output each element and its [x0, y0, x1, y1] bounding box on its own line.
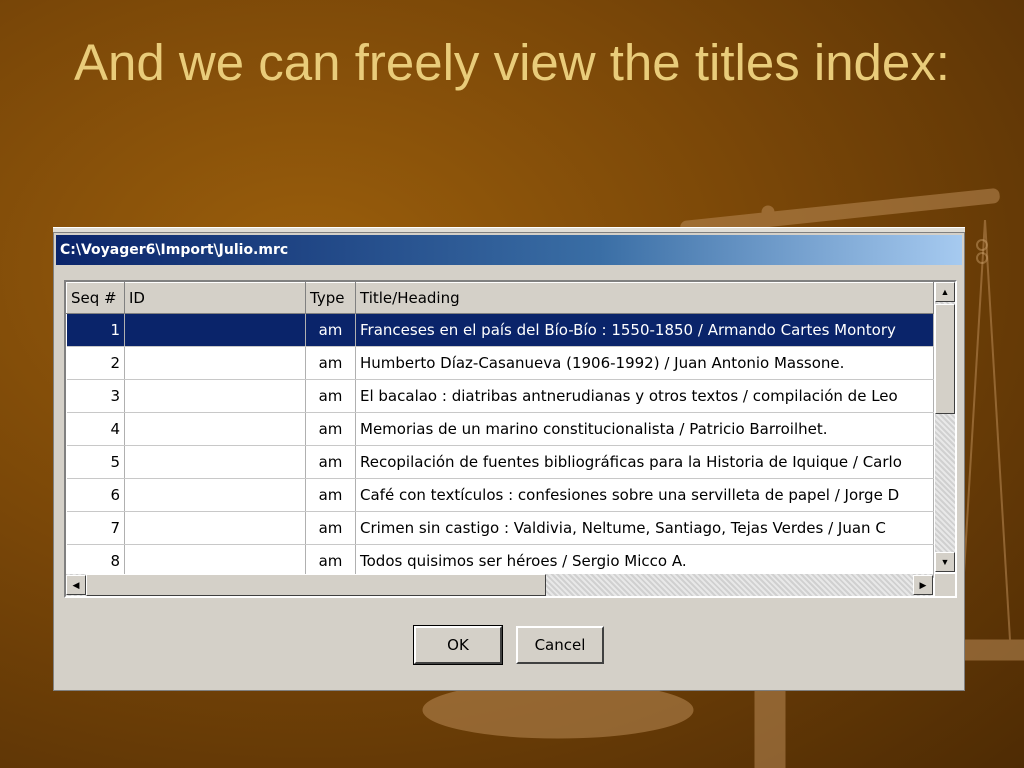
row-type-cell: am — [305, 346, 356, 380]
row-title-cell: Franceses en el país del Bío-Bío : 1550-… — [355, 313, 934, 347]
row-type-cell: am — [305, 412, 356, 446]
row-title-cell: Memorias de un marino constitucionalista… — [355, 412, 934, 446]
table-header-row: Seq # ID Type Title/Heading — [66, 282, 934, 314]
row-type-cell: am — [305, 544, 356, 578]
records-table: Seq # ID Type Title/Heading 1 am Franceses… — [66, 282, 934, 578]
row-title-cell: El bacalao : diatribas antnerudianas y o… — [355, 379, 934, 413]
slide-title: And we can freely view the titles index: — [74, 34, 950, 91]
row-id-cell — [124, 445, 306, 479]
column-header-title[interactable]: Title/Heading — [355, 282, 934, 314]
row-seq-cell: 8 — [66, 544, 125, 578]
row-id-cell — [124, 346, 306, 380]
row-type-cell: am — [305, 478, 356, 512]
table-row[interactable]: 2 am Humberto Díaz-Casanueva (1906-1992) /… — [66, 346, 934, 380]
row-seq-cell: 2 — [66, 346, 125, 380]
column-header-seq[interactable]: Seq # — [66, 282, 125, 314]
ok-button[interactable]: OK — [413, 625, 503, 665]
row-id-cell — [124, 544, 306, 578]
row-title-cell: Crimen sin castigo : Valdivia, Neltume, … — [355, 511, 934, 545]
row-seq-cell: 5 — [66, 445, 125, 479]
table-row[interactable]: 1 am Franceses en el país del Bío-Bío : 15… — [66, 313, 934, 347]
row-id-cell — [124, 379, 306, 413]
scroll-right-icon[interactable]: ▶ — [913, 575, 933, 595]
table-row[interactable]: 8 am Todos quisimos ser héroes / Sergio Mi… — [66, 544, 934, 578]
row-type-cell: am — [305, 511, 356, 545]
row-id-cell — [124, 412, 306, 446]
scroll-up-icon[interactable]: ▲ — [935, 282, 955, 302]
row-type-cell: am — [305, 313, 356, 347]
import-dialog: C:\Voyager6\Import\Julio.mrc Seq # ID Ty… — [53, 232, 965, 691]
row-title-cell: Todos quisimos ser héroes / Sergio Micco… — [355, 544, 934, 578]
scroll-left-icon[interactable]: ◀ — [66, 575, 86, 595]
vertical-scroll-thumb[interactable] — [935, 304, 955, 414]
vertical-scrollbar[interactable]: ▲ ▼ — [935, 282, 955, 572]
row-type-cell: am — [305, 445, 356, 479]
row-seq-cell: 1 — [66, 313, 125, 347]
table-row[interactable]: 6 am Café con textículos : confesiones sob… — [66, 478, 934, 512]
row-title-cell: Humberto Díaz-Casanueva (1906-1992) / Ju… — [355, 346, 934, 380]
horizontal-scroll-thumb[interactable] — [86, 574, 546, 596]
titles-index-grid: Seq # ID Type Title/Heading 1 am Franceses… — [64, 280, 957, 598]
table-row[interactable]: 7 am Crimen sin castigo : Valdivia, Neltum… — [66, 511, 934, 545]
scrollbar-corner — [935, 574, 955, 596]
row-seq-cell: 3 — [66, 379, 125, 413]
scroll-down-icon[interactable]: ▼ — [935, 552, 955, 572]
cancel-button[interactable]: Cancel — [516, 626, 604, 664]
table-row[interactable]: 4 am Memorias de un marino constitucionali… — [66, 412, 934, 446]
column-header-id[interactable]: ID — [124, 282, 306, 314]
horizontal-scrollbar[interactable]: ◀ ▶ — [66, 574, 933, 596]
table-row[interactable]: 5 am Recopilación de fuentes bibliográfica… — [66, 445, 934, 479]
row-seq-cell: 6 — [66, 478, 125, 512]
row-seq-cell: 7 — [66, 511, 125, 545]
row-seq-cell: 4 — [66, 412, 125, 446]
dialog-titlebar[interactable]: C:\Voyager6\Import\Julio.mrc — [56, 235, 962, 265]
column-header-type[interactable]: Type — [305, 282, 356, 314]
row-id-cell — [124, 313, 306, 347]
table-row[interactable]: 3 am El bacalao : diatribas antnerudianas … — [66, 379, 934, 413]
row-id-cell — [124, 478, 306, 512]
row-title-cell: Recopilación de fuentes bibliográficas p… — [355, 445, 934, 479]
row-title-cell: Café con textículos : confesiones sobre … — [355, 478, 934, 512]
row-id-cell — [124, 511, 306, 545]
row-type-cell: am — [305, 379, 356, 413]
